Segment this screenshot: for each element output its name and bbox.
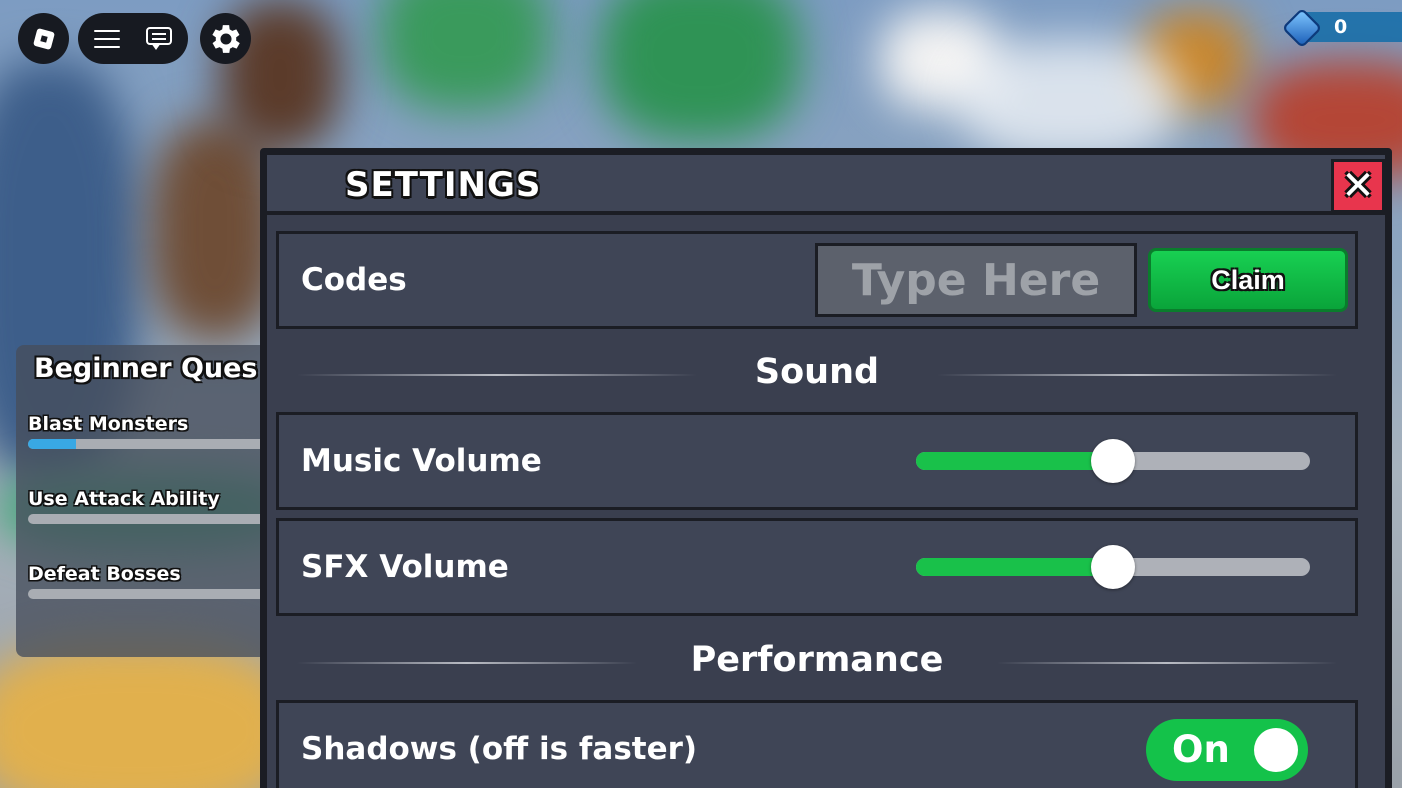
sfx-volume-slider[interactable] — [916, 545, 1310, 589]
section-sound: Sound — [297, 352, 1337, 395]
settings-panel: SETTINGS ✕ Codes Claim Sound Music Volum… — [260, 148, 1392, 788]
quest-panel: Beginner Ques Blast Monsters 7 Use Attac… — [16, 345, 276, 657]
chat-icon[interactable] — [146, 26, 172, 51]
close-x-icon: ✕ — [1341, 163, 1375, 209]
settings-gear-button[interactable] — [200, 13, 251, 64]
music-volume-label: Music Volume — [301, 443, 542, 479]
quest-item: Defeat Bosses — [28, 563, 276, 599]
shadows-label: Shadows (off is faster) — [301, 731, 698, 767]
gear-icon — [211, 24, 240, 53]
shadows-toggle[interactable]: On — [1146, 719, 1308, 781]
toggle-state-label: On — [1172, 728, 1230, 771]
shadows-row: Shadows (off is faster) On — [276, 700, 1358, 788]
quest-progress-bar — [28, 589, 268, 599]
hud-button-group — [78, 13, 188, 64]
quest-progress-bar — [28, 439, 268, 449]
section-performance: Performance — [297, 640, 1337, 683]
hamburger-menu-icon[interactable] — [94, 29, 120, 48]
codes-label: Codes — [301, 262, 407, 298]
quest-progress-bar — [28, 514, 268, 524]
close-button[interactable]: ✕ — [1331, 159, 1385, 213]
claim-button[interactable]: Claim — [1148, 248, 1348, 312]
music-volume-slider[interactable] — [916, 439, 1310, 483]
quest-name: Blast Monsters — [28, 413, 189, 435]
slider-knob[interactable] — [1091, 439, 1135, 483]
slider-knob[interactable] — [1091, 545, 1135, 589]
sfx-volume-row: SFX Volume — [276, 518, 1358, 616]
currency-display: 0 — [1281, 7, 1402, 49]
quest-name: Use Attack Ability — [28, 488, 220, 510]
sfx-volume-label: SFX Volume — [301, 549, 509, 585]
quest-panel-title: Beginner Ques — [34, 353, 258, 384]
quest-item: Use Attack Ability — [28, 488, 276, 524]
roblox-menu-button[interactable] — [18, 13, 69, 64]
code-input[interactable] — [815, 243, 1137, 317]
currency-amount: 0 — [1334, 16, 1348, 38]
settings-title: SETTINGS — [345, 165, 542, 205]
section-title: Performance — [690, 640, 944, 680]
roblox-logo-icon — [32, 27, 55, 50]
toggle-knob — [1254, 728, 1298, 772]
quest-name: Defeat Bosses — [28, 563, 181, 585]
music-volume-row: Music Volume — [276, 412, 1358, 510]
quest-item: Blast Monsters 7 — [28, 413, 276, 459]
codes-row: Codes Claim — [276, 231, 1358, 329]
settings-header: SETTINGS ✕ — [267, 155, 1385, 215]
section-title: Sound — [754, 352, 880, 392]
